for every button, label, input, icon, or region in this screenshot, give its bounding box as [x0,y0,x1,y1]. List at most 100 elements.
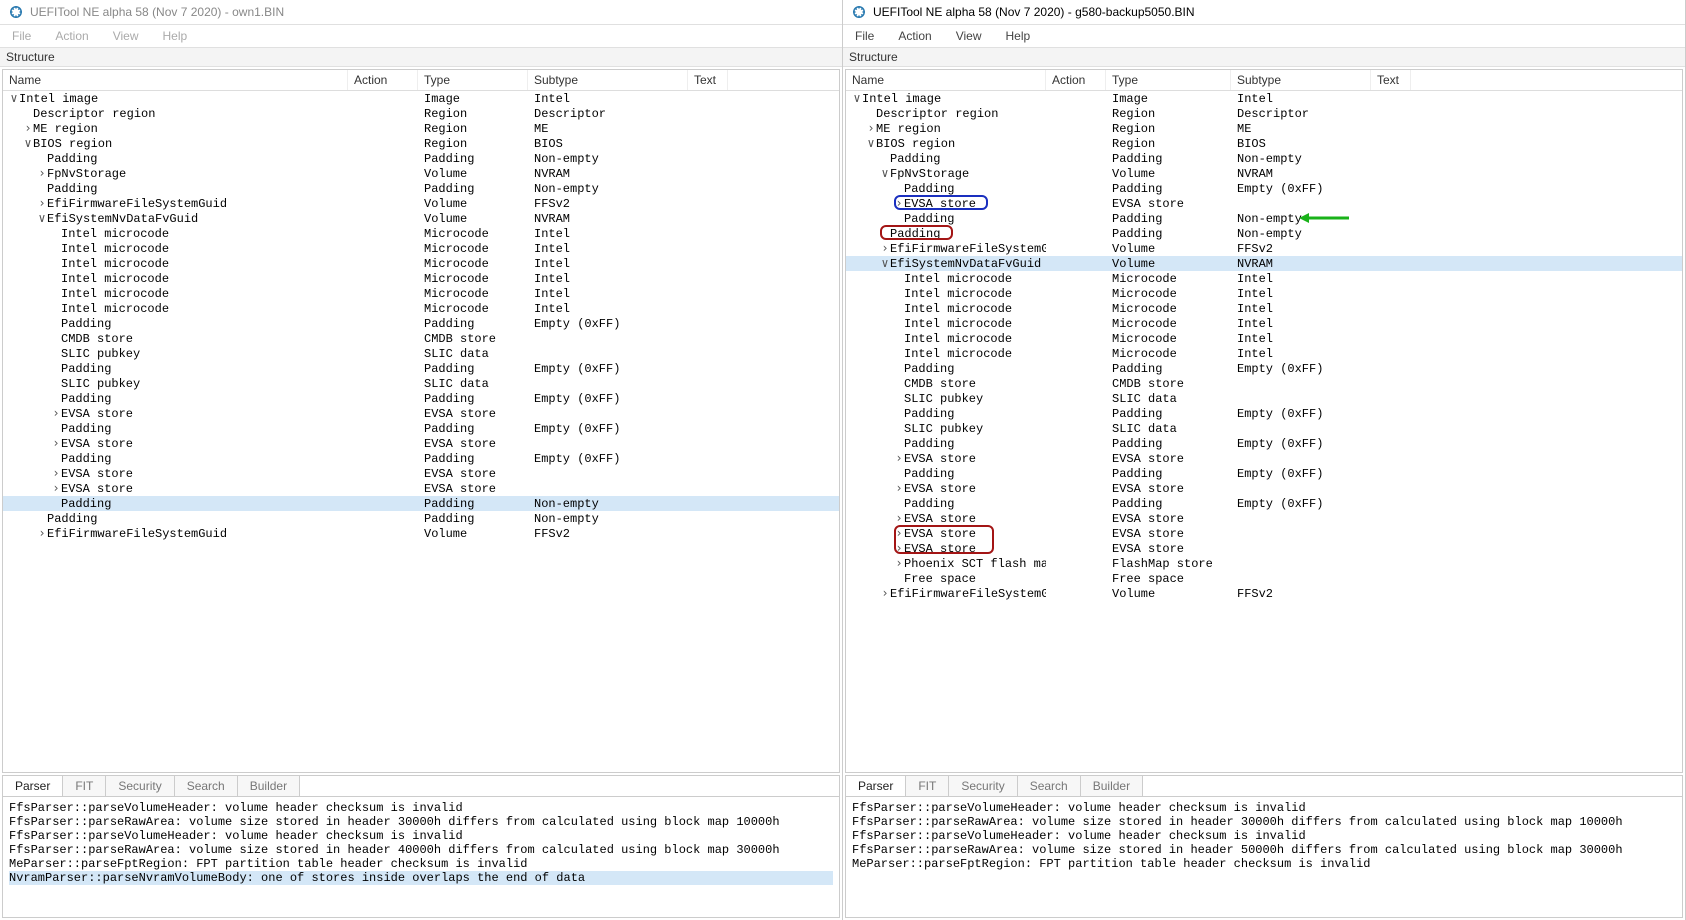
parser-log[interactable]: FfsParser::parseVolumeHeader: volume hea… [2,796,840,918]
titlebar[interactable]: UEFITool NE alpha 58 (Nov 7 2020) - own1… [0,0,842,25]
tree-row[interactable]: PaddingPaddingEmpty (0xFF) [3,421,839,436]
tree-row[interactable]: Intel microcodeMicrocodeIntel [3,241,839,256]
tree-row[interactable]: Intel microcodeMicrocodeIntel [846,316,1682,331]
tree-row[interactable]: Descriptor regionRegionDescriptor [846,106,1682,121]
tree-toggle-icon[interactable]: › [880,241,890,255]
tree-row[interactable]: ›FpNvStorageVolumeNVRAM [3,166,839,181]
tab-search[interactable]: Search [175,776,238,796]
tree-toggle-icon[interactable]: › [51,466,61,480]
tab-builder[interactable]: Builder [1081,776,1143,796]
tree-row[interactable]: PaddingPaddingNon-empty [846,211,1682,226]
log-line[interactable]: FfsParser::parseVolumeHeader: volume hea… [852,829,1306,843]
tree-row[interactable]: Intel microcodeMicrocodeIntel [846,331,1682,346]
tree-toggle-icon[interactable]: › [894,481,904,495]
tree-row[interactable]: PaddingPaddingNon-empty [3,151,839,166]
tree-toggle-icon[interactable]: › [894,196,904,210]
tree-toggle-icon[interactable]: ∨ [23,136,33,150]
tree-toggle-icon[interactable]: › [866,121,876,135]
menu-action[interactable]: Action [51,27,92,45]
tree-row[interactable]: PaddingPaddingNon-empty [3,181,839,196]
log-line[interactable]: FfsParser::parseRawArea: volume size sto… [9,815,780,829]
log-line[interactable]: NvramParser::parseNvramVolumeBody: one o… [9,871,833,885]
tree-row[interactable]: PaddingPaddingNon-empty [3,496,839,511]
tree-row[interactable]: ›EVSA storeEVSA store [846,541,1682,556]
column-text[interactable]: Text [688,70,728,90]
tree-row[interactable]: CMDB storeCMDB store [3,331,839,346]
tree-toggle-icon[interactable]: ∨ [852,91,862,105]
menu-action[interactable]: Action [894,27,935,45]
tree-row[interactable]: SLIC pubkeySLIC data [846,421,1682,436]
tree-row[interactable]: ›EVSA storeEVSA store [846,481,1682,496]
menu-view[interactable]: View [952,27,986,45]
tree-toggle-icon[interactable]: › [894,556,904,570]
tab-fit[interactable]: FIT [63,776,106,796]
tree-toggle-icon[interactable]: › [894,451,904,465]
tree-row[interactable]: Intel microcodeMicrocodeIntel [846,271,1682,286]
tree-row[interactable]: ›ME regionRegionME [846,121,1682,136]
tree-row[interactable]: PaddingPaddingEmpty (0xFF) [846,496,1682,511]
tab-security[interactable]: Security [106,776,174,796]
tree-row[interactable]: Intel microcodeMicrocodeIntel [846,301,1682,316]
tab-search[interactable]: Search [1018,776,1081,796]
tree-row[interactable]: ›EVSA storeEVSA store [846,526,1682,541]
tree-row[interactable]: Intel microcodeMicrocodeIntel [3,226,839,241]
tab-parser[interactable]: Parser [3,776,63,797]
tree-row[interactable]: ›EfiFirmwareFileSystemGuidVolumeFFSv2 [3,526,839,541]
tree-toggle-icon[interactable]: › [37,526,47,540]
menu-view[interactable]: View [109,27,143,45]
tree-row[interactable]: Free spaceFree space [846,571,1682,586]
tree-row[interactable]: Intel microcodeMicrocodeIntel [3,301,839,316]
tree-row[interactable]: ›EfiFirmwareFileSystemGuidVolumeFFSv2 [846,241,1682,256]
tree-row[interactable]: ›EfiFirmwareFileSystemGuidVolumeFFSv2 [846,586,1682,601]
tree-row[interactable]: PaddingPaddingEmpty (0xFF) [846,181,1682,196]
tree-view[interactable]: NameActionTypeSubtypeText ∨Intel imageIm… [2,69,840,773]
column-type[interactable]: Type [418,70,528,90]
tree-toggle-icon[interactable]: › [51,436,61,450]
tree-toggle-icon[interactable]: › [894,541,904,555]
tree-toggle-icon[interactable]: ∨ [880,256,890,270]
tree-header[interactable]: NameActionTypeSubtypeText [3,70,839,91]
column-subtype[interactable]: Subtype [1231,70,1371,90]
tree-toggle-icon[interactable]: › [880,586,890,600]
tree-row[interactable]: SLIC pubkeySLIC data [3,346,839,361]
log-line[interactable]: FfsParser::parseRawArea: volume size sto… [852,815,1623,829]
tree-row[interactable]: SLIC pubkeySLIC data [3,376,839,391]
tree-row[interactable]: Intel microcodeMicrocodeIntel [3,286,839,301]
tree-row[interactable]: PaddingPaddingNon-empty [846,226,1682,241]
tree-row[interactable]: PaddingPaddingEmpty (0xFF) [3,391,839,406]
column-action[interactable]: Action [348,70,418,90]
tree-row[interactable]: ›Phoenix SCT flash mapFlashMap store [846,556,1682,571]
log-line[interactable]: FfsParser::parseVolumeHeader: volume hea… [9,829,463,843]
tree-row[interactable]: ›ME regionRegionME [3,121,839,136]
tree-row[interactable]: ›EVSA storeEVSA store [846,511,1682,526]
tree-row[interactable]: CMDB storeCMDB store [846,376,1682,391]
tree-toggle-icon[interactable]: ∨ [37,211,47,225]
tree-row[interactable]: Intel microcodeMicrocodeIntel [846,346,1682,361]
tree-row[interactable]: ∨Intel imageImageIntel [3,91,839,106]
tree-row[interactable]: PaddingPaddingEmpty (0xFF) [3,451,839,466]
column-text[interactable]: Text [1371,70,1411,90]
tree-row[interactable]: PaddingPaddingNon-empty [846,151,1682,166]
log-line[interactable]: MeParser::parseFptRegion: FPT partition … [852,857,1370,871]
tree-row[interactable]: PaddingPaddingEmpty (0xFF) [846,466,1682,481]
tree-row[interactable]: PaddingPaddingEmpty (0xFF) [3,361,839,376]
tree-row[interactable]: Descriptor regionRegionDescriptor [3,106,839,121]
menu-file[interactable]: File [8,27,35,45]
log-line[interactable]: FfsParser::parseVolumeHeader: volume hea… [852,801,1306,815]
tree-header[interactable]: NameActionTypeSubtypeText [846,70,1682,91]
tree-toggle-icon[interactable]: › [51,481,61,495]
tree-row[interactable]: SLIC pubkeySLIC data [846,391,1682,406]
tree-row[interactable]: PaddingPaddingEmpty (0xFF) [3,316,839,331]
column-name[interactable]: Name [846,70,1046,90]
menu-file[interactable]: File [851,27,878,45]
tree-row[interactable]: ∨BIOS regionRegionBIOS [3,136,839,151]
tree-row[interactable]: ›EVSA storeEVSA store [3,436,839,451]
log-line[interactable]: FfsParser::parseRawArea: volume size sto… [852,843,1623,857]
tree-toggle-icon[interactable]: › [894,511,904,525]
titlebar[interactable]: UEFITool NE alpha 58 (Nov 7 2020) - g580… [843,0,1685,25]
log-line[interactable]: MeParser::parseFptRegion: FPT partition … [9,857,527,871]
tree-row[interactable]: ∨BIOS regionRegionBIOS [846,136,1682,151]
tree-row[interactable]: ›EVSA storeEVSA store [3,406,839,421]
column-name[interactable]: Name [3,70,348,90]
menu-help[interactable]: Help [1002,27,1035,45]
